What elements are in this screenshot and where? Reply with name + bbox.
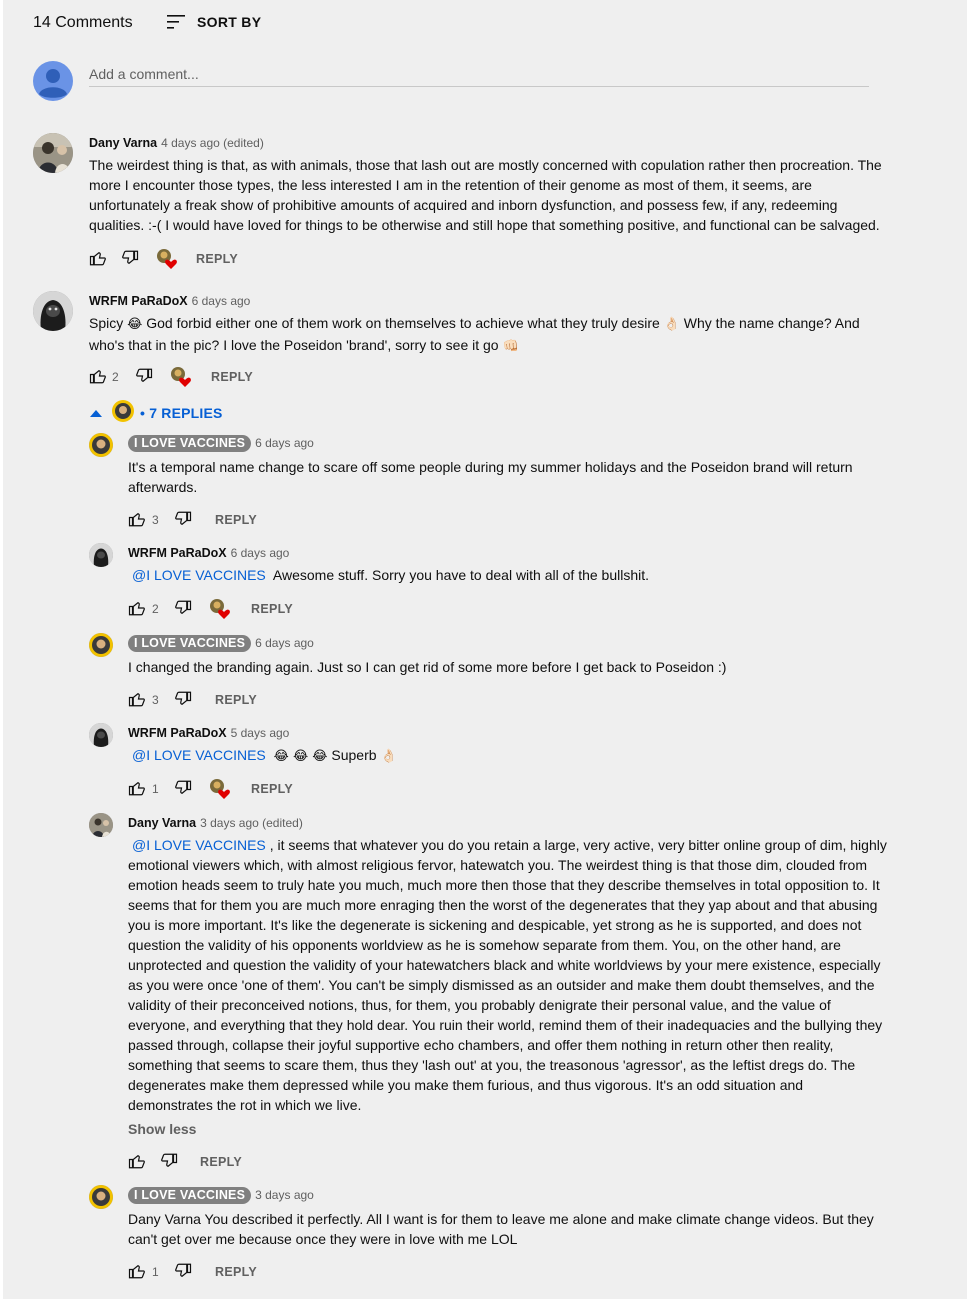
comment-actions: 1 REPLY [128, 779, 328, 799]
timestamp[interactable]: 6 days ago [255, 636, 314, 650]
creator-heart-icon [209, 598, 230, 619]
comment-meta: Dany Varna 4 days ago (edited) [89, 135, 264, 151]
creator-heart-icon [156, 248, 177, 269]
thumb-up-icon[interactable] [128, 510, 146, 533]
comment-text: It's a temporal name change to scare off… [128, 459, 853, 495]
thumb-down-icon[interactable] [174, 690, 192, 713]
add-comment-input[interactable] [89, 62, 869, 87]
avatar[interactable] [33, 133, 73, 173]
timestamp[interactable]: 5 days ago [231, 726, 290, 740]
thumb-down-icon[interactable] [174, 599, 192, 622]
author-name[interactable]: WRFM PaRaDoX [128, 546, 227, 560]
comment-meta: WRFM PaRaDoX 5 days ago [128, 725, 289, 741]
reply-button[interactable]: REPLY [251, 602, 293, 616]
comment-text: @I LOVE VACCINES 😂 😂 😂 Superb 👌🏻 [132, 747, 397, 764]
timestamp[interactable]: 3 days ago [255, 1188, 314, 1202]
comment-actions: REPLY [89, 249, 289, 269]
comment-count: 14 Comments [33, 14, 133, 31]
timestamp[interactable]: 6 days ago [255, 436, 314, 450]
author-name[interactable]: WRFM PaRaDoX [128, 726, 227, 740]
reply-button[interactable]: REPLY [200, 1155, 242, 1169]
like-count: 1 [152, 782, 159, 796]
chevron-up-icon[interactable] [88, 406, 104, 424]
thumb-up-icon[interactable] [128, 1152, 146, 1175]
reply-button[interactable]: REPLY [215, 513, 257, 527]
reply-button[interactable]: REPLY [215, 1265, 257, 1279]
author-name[interactable]: Dany Varna [128, 816, 196, 830]
comment-actions: 2 REPLY [128, 599, 328, 619]
comment-actions: 1 REPLY [128, 1262, 328, 1282]
thumb-down-icon[interactable] [174, 510, 192, 533]
comment-actions: 3 REPLY [128, 690, 328, 710]
thumb-up-icon[interactable] [89, 249, 107, 272]
thumb-down-icon[interactable] [121, 249, 139, 272]
thumb-down-icon[interactable] [135, 367, 153, 390]
creator-heart-icon [170, 366, 191, 387]
like-count: 3 [152, 513, 159, 527]
sort-icon[interactable] [166, 13, 188, 36]
comment-meta: I LOVE VACCINES 3 days ago [128, 1187, 314, 1204]
comment-text: @I LOVE VACCINES, it seems that whatever… [128, 837, 887, 1113]
timestamp[interactable]: 6 days ago [231, 546, 290, 560]
mention-link[interactable]: @I LOVE VACCINES [132, 747, 266, 763]
comment-text: @I LOVE VACCINES Awesome stuff. Sorry yo… [132, 567, 650, 583]
author-name[interactable]: I LOVE VACCINES [128, 635, 252, 652]
timestamp[interactable]: 4 days ago (edited) [161, 136, 264, 150]
show-less-button[interactable]: Show less [128, 1121, 196, 1137]
comment-text: Dany Varna You described it perfectly. A… [128, 1211, 874, 1247]
comment-meta: WRFM PaRaDoX 6 days ago [89, 293, 250, 309]
mention-link[interactable]: @I LOVE VACCINES [132, 567, 266, 583]
replies-toggle[interactable]: • 7 REPLIES [88, 400, 248, 424]
author-name[interactable]: I LOVE VACCINES [128, 435, 252, 452]
comment-meta: I LOVE VACCINES 6 days ago [128, 435, 314, 452]
mention-link[interactable]: @I LOVE VACCINES [132, 837, 266, 853]
thumb-up-icon[interactable] [128, 779, 146, 802]
comment-meta: WRFM PaRaDoX 6 days ago [128, 545, 289, 561]
like-count: 3 [152, 693, 159, 707]
author-name[interactable]: Dany Varna [89, 136, 157, 150]
comment-meta: I LOVE VACCINES 6 days ago [128, 635, 314, 652]
avatar[interactable] [89, 813, 113, 837]
avatar[interactable] [89, 723, 113, 747]
thumb-up-icon[interactable] [128, 1262, 146, 1285]
replies-count[interactable]: • 7 REPLIES [140, 405, 223, 421]
thumb-up-icon[interactable] [89, 367, 107, 390]
creator-heart-icon [209, 778, 230, 799]
like-count: 2 [112, 370, 119, 384]
comment-actions: 2 REPLY [89, 367, 289, 387]
thumb-down-icon[interactable] [174, 1262, 192, 1285]
comment-actions: REPLY [128, 1152, 328, 1172]
avatar[interactable] [33, 291, 73, 331]
comment-text: I changed the branding again. Just so I … [128, 659, 727, 675]
thumb-down-icon[interactable] [160, 1152, 178, 1175]
author-name[interactable]: WRFM PaRaDoX [89, 294, 188, 308]
creator-avatar-icon [112, 400, 134, 427]
timestamp[interactable]: 6 days ago [192, 294, 251, 308]
author-name[interactable]: I LOVE VACCINES [128, 1187, 252, 1204]
like-count: 2 [152, 602, 159, 616]
comment-text: Spicy 😂 God forbid either one of them wo… [89, 315, 860, 354]
user-avatar-icon [33, 61, 73, 101]
reply-button[interactable]: REPLY [251, 782, 293, 796]
thumb-down-icon[interactable] [174, 779, 192, 802]
thumb-up-icon[interactable] [128, 599, 146, 622]
like-count: 1 [152, 1265, 159, 1279]
avatar[interactable] [89, 433, 113, 457]
comment-text: The weirdest thing is that, as with anim… [89, 157, 882, 233]
reply-button[interactable]: REPLY [215, 693, 257, 707]
reply-button[interactable]: REPLY [196, 252, 238, 266]
timestamp[interactable]: 3 days ago (edited) [200, 816, 303, 830]
avatar[interactable] [89, 543, 113, 567]
comment-actions: 3 REPLY [128, 510, 328, 530]
avatar[interactable] [89, 1185, 113, 1209]
avatar[interactable] [89, 633, 113, 657]
thumb-up-icon[interactable] [128, 690, 146, 713]
comment-meta: Dany Varna 3 days ago (edited) [128, 815, 303, 831]
sort-by-button[interactable]: SORT BY [197, 14, 261, 30]
reply-button[interactable]: REPLY [211, 370, 253, 384]
